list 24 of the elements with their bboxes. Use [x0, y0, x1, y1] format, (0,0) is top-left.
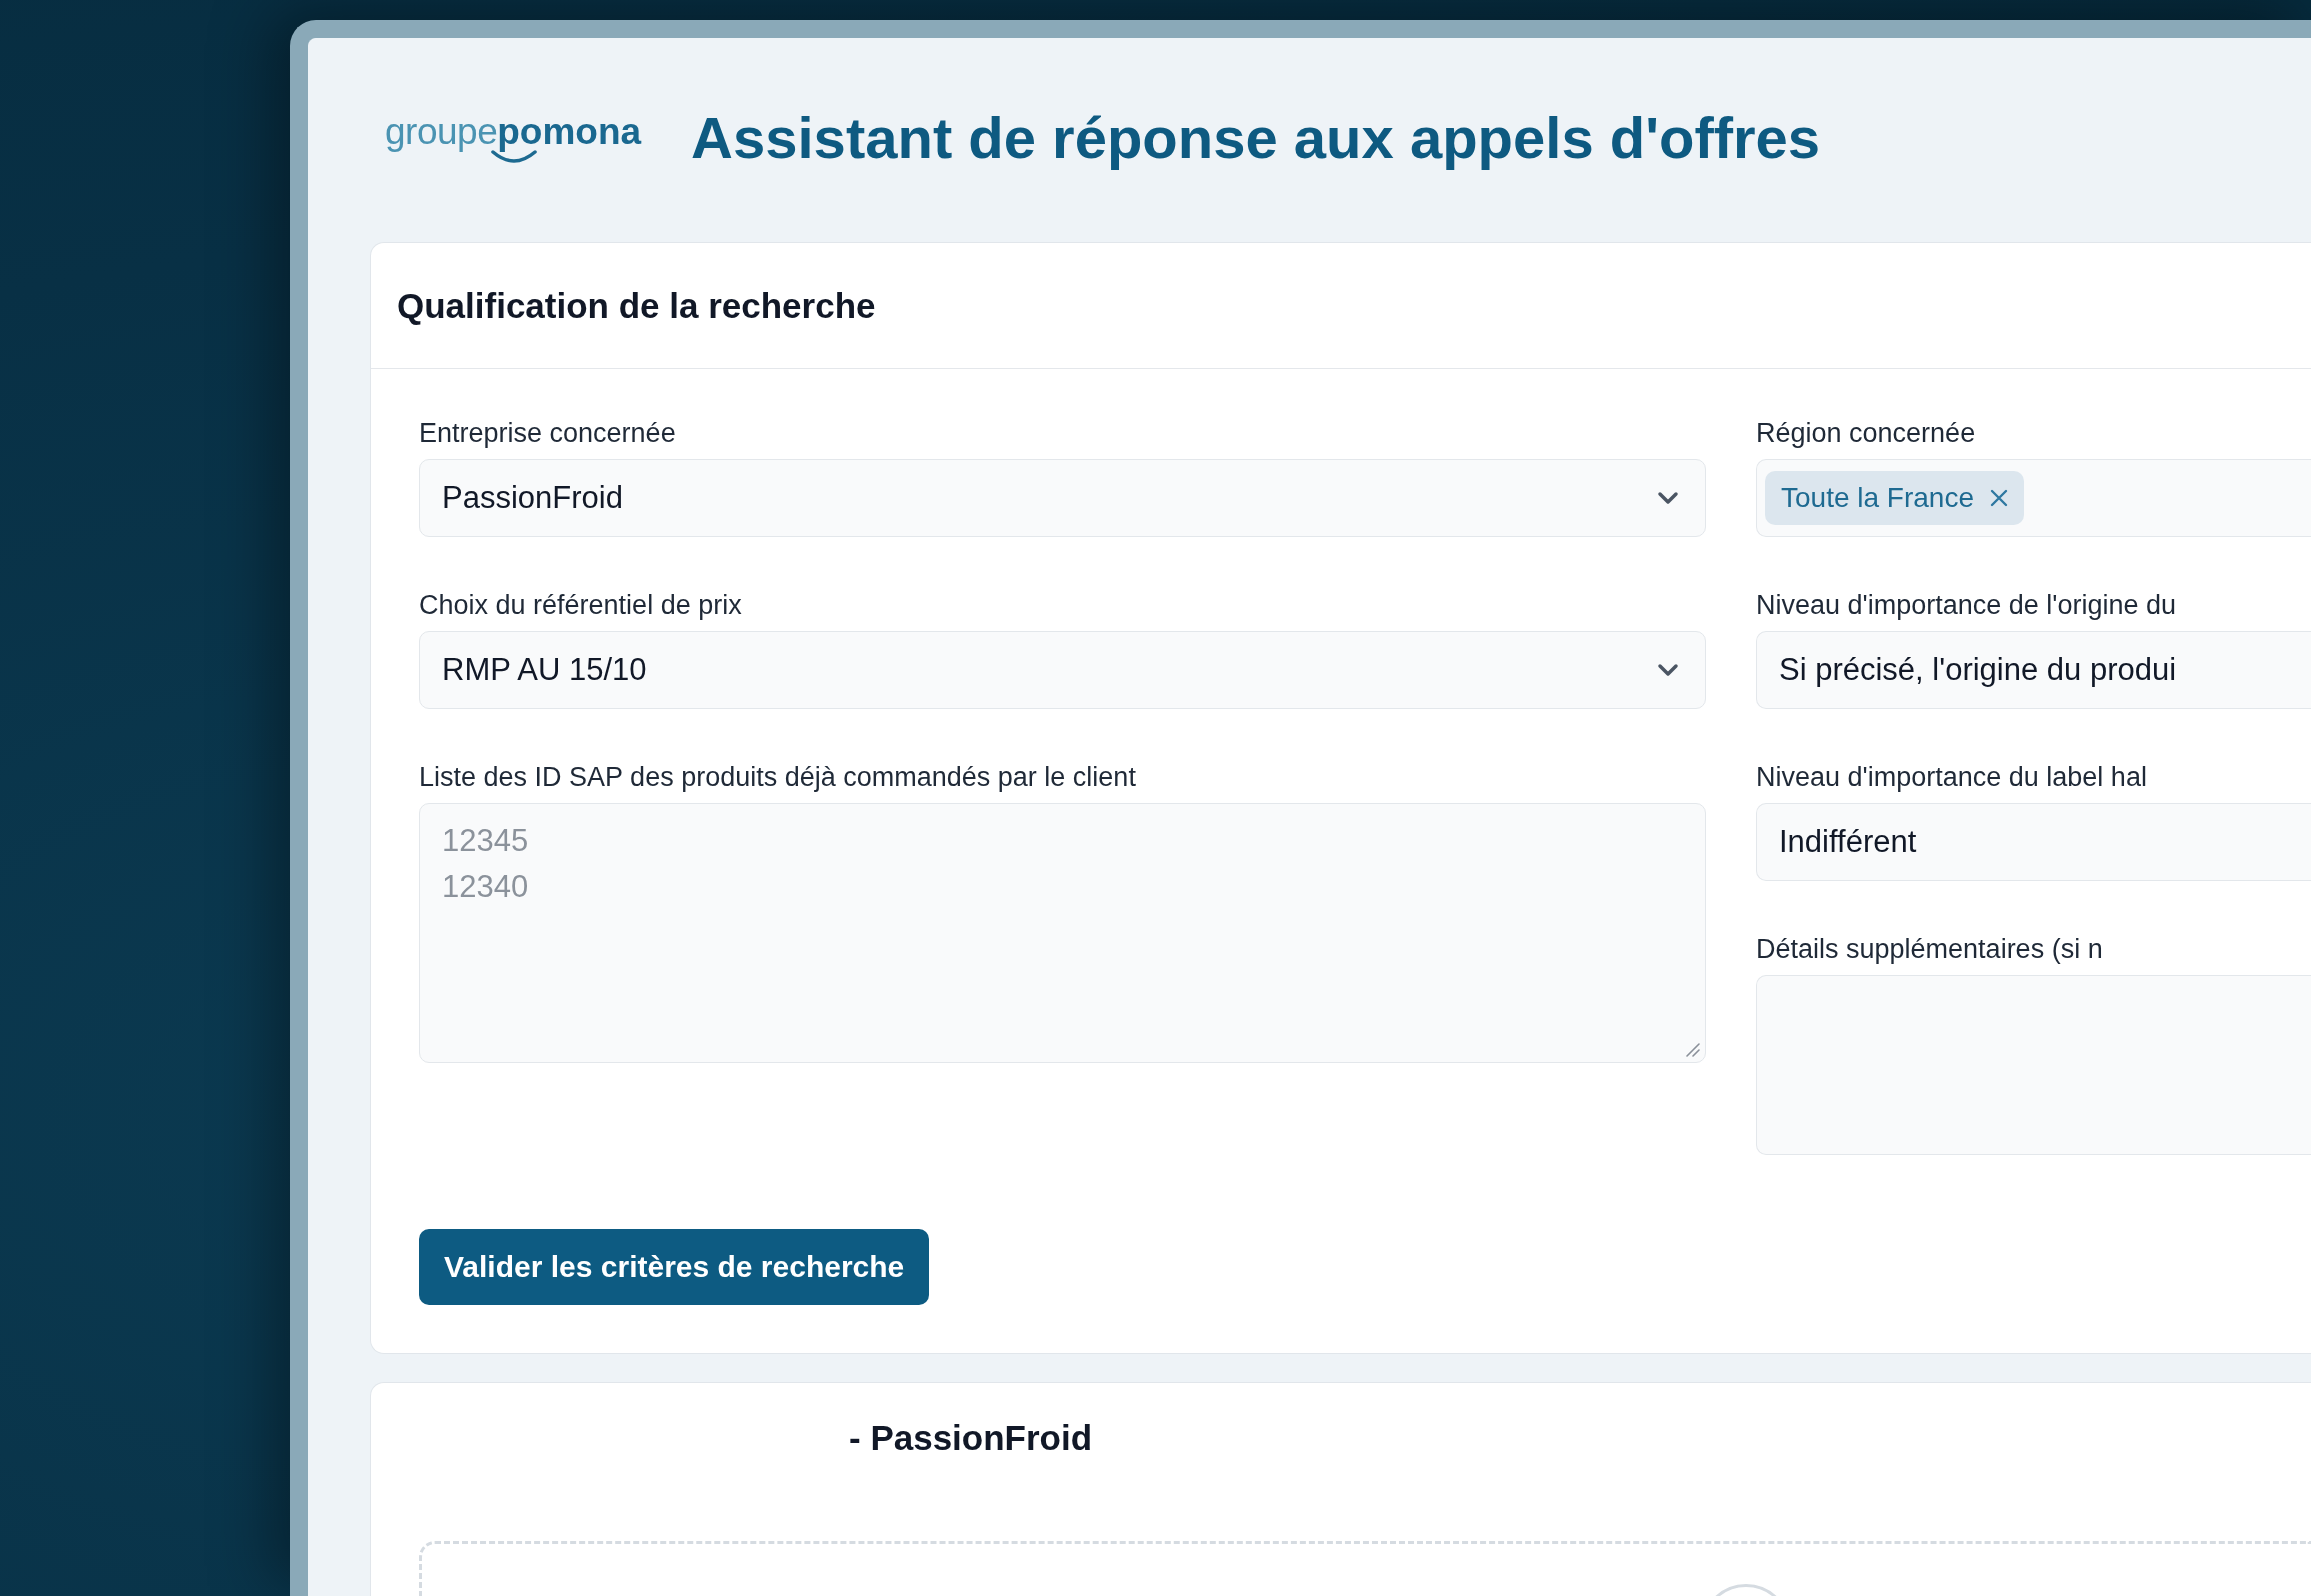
- field-label: Niveau d'importance du label hal: [1756, 761, 2147, 793]
- tag-input-field[interactable]: Toute la France: [1756, 459, 2311, 537]
- logo-wordmark: pomona: [497, 112, 642, 150]
- chevron-down-icon: [1657, 663, 1679, 677]
- page-title: Assistant de réponse aux appels d'offres: [691, 104, 1821, 172]
- close-icon[interactable]: [1990, 489, 2008, 507]
- field-label: Choix du référentiel de prix: [419, 589, 742, 621]
- logo-prefix-text: groupe: [385, 112, 498, 150]
- tag-label: Toute la France: [1781, 482, 1974, 514]
- dropdown-field[interactable]: PassionFroid: [419, 459, 1706, 537]
- dropdown-field[interactable]: Indifférent: [1756, 803, 2311, 881]
- field-label: Niveau d'importance de l'origine du: [1756, 589, 2177, 621]
- card-title: - PassionFroid: [849, 1417, 1093, 1459]
- text-area[interactable]: 12345 12340: [419, 803, 1706, 1063]
- field-label: Région concernée: [1756, 417, 1976, 449]
- dropdown-field[interactable]: RMP AU 15/10: [419, 631, 1706, 709]
- field-label: Liste des ID SAP des produits déjà commandés par le client: [419, 761, 1136, 793]
- dropdown-field[interactable]: Si précisé, l'origine du produi: [1756, 631, 2311, 709]
- field-label: Entreprise concernée: [419, 417, 676, 449]
- chevron-down-icon: [1657, 491, 1679, 505]
- resize-handle-icon[interactable]: [1686, 1043, 1700, 1057]
- submit-button[interactable]: Valider les critères de recherche: [419, 1229, 930, 1305]
- field-label: Détails supplémentaires (si n: [1756, 933, 2103, 965]
- card-title: Qualification de la recherche: [397, 284, 876, 327]
